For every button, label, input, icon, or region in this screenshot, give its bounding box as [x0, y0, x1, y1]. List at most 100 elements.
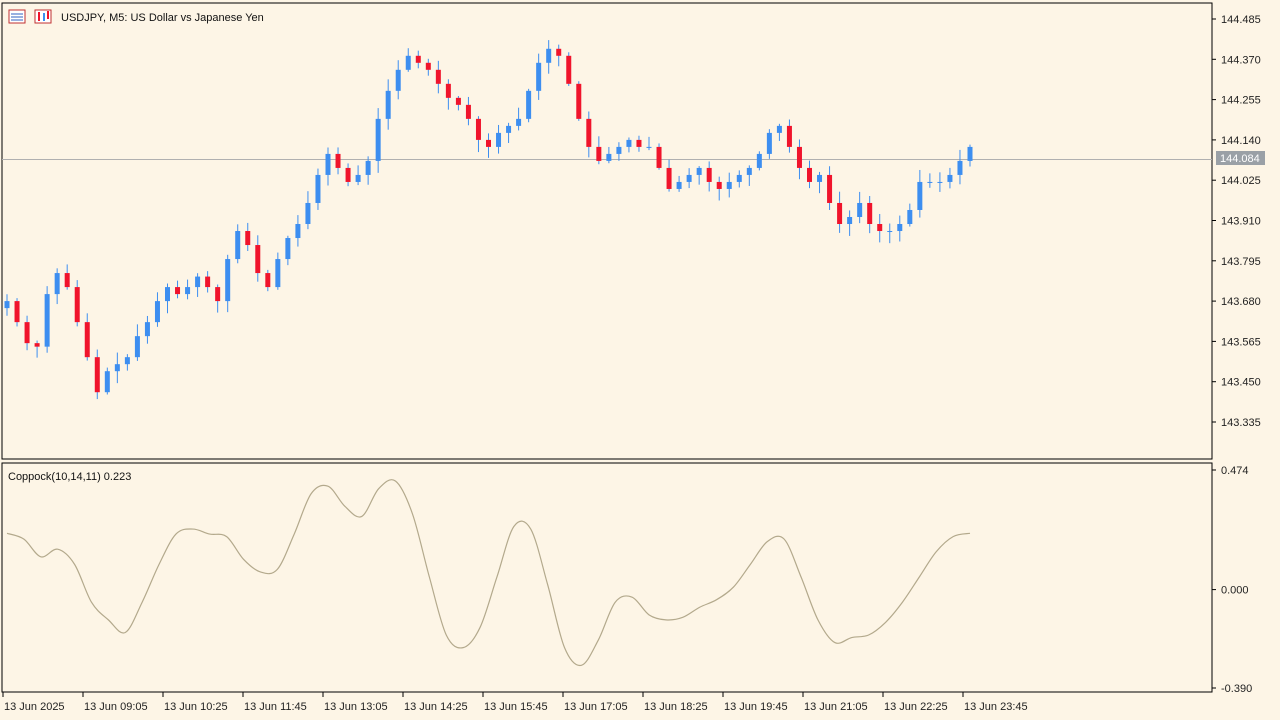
candle	[576, 81, 582, 121]
candle-body	[807, 167, 812, 182]
candle-body	[275, 259, 281, 288]
candle-body	[24, 322, 30, 344]
time-tick-label: 13 Jun 15:45	[484, 701, 548, 713]
candle-body	[847, 216, 853, 225]
candle-body	[877, 224, 883, 232]
candle	[44, 286, 50, 353]
time-tick-label: 13 Jun 23:45	[964, 701, 1028, 713]
price-tick-label: 144.025	[1221, 175, 1261, 187]
candle-body	[796, 146, 802, 168]
candle-body	[626, 139, 632, 147]
candle-body	[656, 146, 662, 168]
price-tick-label: 143.680	[1221, 296, 1261, 308]
candle-body	[696, 167, 702, 175]
candle-body	[345, 167, 351, 182]
candle-body	[937, 181, 943, 183]
candle-body	[255, 245, 261, 274]
candle-body	[827, 174, 833, 203]
candle-body	[465, 104, 471, 119]
symbol-header: USDJPY, M5: US Dollar vs Japanese Yen	[8, 9, 264, 24]
candle-body	[556, 48, 562, 56]
price-tick-label: 143.795	[1221, 256, 1261, 268]
candle-body	[335, 153, 341, 168]
candle-body	[215, 287, 221, 302]
candle	[656, 143, 662, 170]
candle-body	[786, 125, 792, 147]
indicator-tick-label: -0.390	[1221, 683, 1252, 695]
time-tick-label: 13 Jun 17:05	[564, 701, 628, 713]
candle-body	[646, 146, 652, 148]
indicator-axis: 0.474 0.000 -0.390	[1212, 465, 1252, 695]
candle-body	[616, 146, 622, 154]
candle-body	[195, 276, 201, 288]
candle-body	[817, 174, 823, 182]
candle-body	[967, 146, 973, 161]
indicator-pane[interactable]	[1, 462, 1213, 693]
price-tick-label: 143.565	[1221, 336, 1261, 348]
candle	[526, 88, 532, 123]
candle-body	[606, 153, 612, 161]
candle-body	[144, 322, 150, 337]
time-tick-label: 13 Jun 10:25	[164, 701, 228, 713]
candle-body	[175, 287, 181, 295]
candle-body	[365, 160, 371, 175]
candle-body	[516, 118, 522, 126]
candle-body	[4, 301, 10, 309]
candle-body	[154, 301, 160, 323]
candle-body	[84, 322, 90, 358]
candle-body	[54, 273, 60, 295]
candle-body	[887, 231, 893, 233]
candle-body	[676, 181, 682, 189]
chart-canvas[interactable]: USDJPY, M5: US Dollar vs Japanese Yen 14…	[0, 0, 1280, 720]
time-tick-label: 13 Jun 18:25	[644, 701, 708, 713]
current-price-label: 144.084	[1220, 153, 1260, 165]
candle-body	[917, 181, 923, 210]
candle-body	[325, 153, 331, 175]
candle-body	[64, 273, 70, 288]
symbol-title: USDJPY, M5: US Dollar vs Japanese Yen	[61, 12, 264, 24]
candle-body	[114, 364, 120, 372]
candle-body	[74, 287, 80, 323]
candle-body	[496, 132, 502, 147]
candle-body	[435, 69, 441, 84]
time-tick-label: 13 Jun 2025	[4, 701, 65, 713]
time-tick-label: 13 Jun 11:45	[244, 701, 307, 713]
candle-body	[225, 259, 231, 302]
candle-body	[475, 118, 481, 140]
candle-body	[576, 83, 582, 119]
candle-body	[726, 181, 732, 189]
time-tick-label: 13 Jun 22:25	[884, 701, 948, 713]
candle-body	[907, 209, 913, 225]
candle-body	[385, 90, 391, 119]
candle-body	[425, 62, 431, 70]
current-price-tag: 144.084	[1216, 151, 1265, 165]
candle-body	[756, 153, 762, 168]
indicator-tick-label: 0.000	[1221, 585, 1249, 597]
candle-body	[766, 132, 772, 154]
main-pane[interactable]	[1, 2, 1213, 460]
time-tick-label: 13 Jun 19:45	[724, 701, 788, 713]
time-tick-label: 13 Jun 14:25	[404, 701, 468, 713]
candle-body	[305, 202, 311, 225]
candle-body	[124, 357, 130, 365]
indicator-tick-label: 0.474	[1221, 465, 1249, 477]
candle-body	[44, 294, 50, 347]
candle-body	[596, 146, 602, 161]
candle-body	[776, 125, 782, 133]
candle-body	[415, 55, 421, 63]
time-tick-label: 13 Jun 09:05	[84, 701, 148, 713]
candle-body	[375, 118, 381, 161]
candle	[566, 52, 572, 86]
candle-body	[586, 118, 592, 147]
candle-body	[265, 273, 271, 288]
candle-body	[104, 371, 110, 393]
candle-body	[455, 97, 461, 105]
candle-body	[526, 90, 532, 119]
candle-body	[355, 174, 361, 182]
candle	[104, 367, 110, 395]
indicator-title: Coppock(10,14,11) 0.223	[8, 471, 131, 483]
candle-body	[245, 231, 251, 246]
price-tick-label: 143.335	[1221, 417, 1261, 429]
candle-body	[957, 160, 963, 175]
candle-body	[185, 287, 191, 295]
